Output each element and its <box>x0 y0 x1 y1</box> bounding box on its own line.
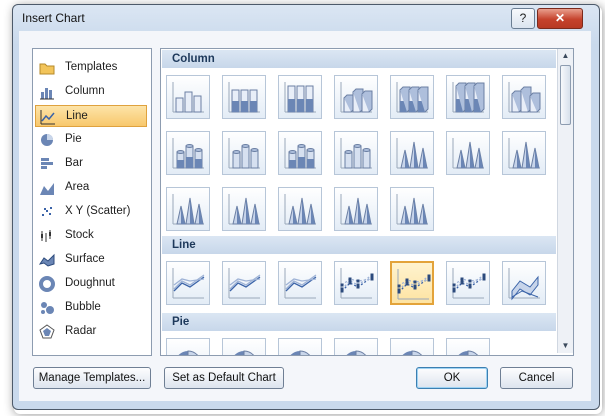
chart-subtype-tile[interactable] <box>222 338 266 355</box>
chart-subtype-tile[interactable] <box>390 261 434 305</box>
stock-chart-icon <box>39 228 55 244</box>
category-pie[interactable]: Pie <box>35 129 147 151</box>
dialog-content: Templates Column Line Pie Bar Area X Y (Scatte… <box>19 31 591 401</box>
chart-subtype-tile[interactable] <box>222 75 266 119</box>
scatter-chart-icon <box>39 204 55 220</box>
manage-templates-button[interactable]: Manage Templates... <box>33 367 151 389</box>
category-label: Area <box>65 181 90 193</box>
chart-subtype-tile[interactable] <box>222 187 266 231</box>
category-label: Stock <box>65 229 94 241</box>
chart-subtype-tile[interactable] <box>278 131 322 175</box>
chart-subtype-tile[interactable] <box>390 131 434 175</box>
title-bar[interactable]: Insert Chart ? ✕ <box>13 5 599 31</box>
area-chart-icon <box>39 180 55 196</box>
group-header-label: Line <box>172 239 196 251</box>
category-label: Pie <box>65 133 82 145</box>
column-chart-icon <box>39 84 55 100</box>
category-bar[interactable]: Bar <box>35 153 147 175</box>
chart-subtype-tile[interactable] <box>222 261 266 305</box>
chart-subtype-tile[interactable] <box>334 75 378 119</box>
set-default-chart-button[interactable]: Set as Default Chart <box>164 367 284 389</box>
category-label: Line <box>66 110 88 122</box>
category-templates[interactable]: Templates <box>35 57 147 79</box>
chart-subtype-tile[interactable] <box>334 187 378 231</box>
chart-subtype-tile[interactable] <box>278 187 322 231</box>
scroll-down-icon[interactable]: ▼ <box>558 339 573 353</box>
group-header-column: Column <box>162 50 556 68</box>
category-radar[interactable]: Radar <box>35 321 147 343</box>
category-label: Radar <box>65 325 97 337</box>
chart-subtype-tile[interactable] <box>502 261 546 305</box>
chart-subtype-tile[interactable] <box>334 261 378 305</box>
radar-chart-icon <box>39 324 55 340</box>
category-doughnut[interactable]: Doughnut <box>35 273 147 295</box>
group-header-label: Pie <box>172 316 190 328</box>
category-stock[interactable]: Stock <box>35 225 147 247</box>
category-label: Column <box>65 85 105 97</box>
category-surface[interactable]: Surface <box>35 249 147 271</box>
chart-subtype-tile[interactable] <box>278 75 322 119</box>
chart-subtype-tile[interactable] <box>446 75 490 119</box>
bar-chart-icon <box>39 156 55 172</box>
category-x-y-scatter-[interactable]: X Y (Scatter) <box>35 201 147 223</box>
chart-subtype-tile[interactable] <box>334 338 378 355</box>
chart-subtype-tile[interactable] <box>390 75 434 119</box>
category-label: Bar <box>65 157 83 169</box>
group-header-pie: Pie <box>162 313 556 331</box>
category-label: Bubble <box>65 301 101 313</box>
chart-subtype-tile[interactable] <box>502 131 546 175</box>
chart-subtype-tile[interactable] <box>166 75 210 119</box>
pie-chart-icon <box>39 132 55 148</box>
group-header-line: Line <box>162 236 556 254</box>
insert-chart-dialog: Insert Chart ? ✕ Templates Column Line Pie B… <box>12 4 600 410</box>
cancel-button[interactable]: Cancel <box>500 367 573 389</box>
category-line[interactable]: Line <box>35 105 147 127</box>
chart-category-list: Templates Column Line Pie Bar Area X Y (Scatte… <box>32 48 152 356</box>
chart-subtype-tile[interactable] <box>166 187 210 231</box>
scroll-thumb[interactable] <box>560 65 571 125</box>
chart-subtype-tile[interactable] <box>390 187 434 231</box>
ok-button[interactable]: OK <box>416 367 488 389</box>
category-label: Surface <box>65 253 105 265</box>
line-chart-icon <box>40 109 56 125</box>
chart-subtype-tile[interactable] <box>446 261 490 305</box>
surface-chart-icon <box>38 252 55 268</box>
folder-icon <box>39 60 55 76</box>
close-button[interactable]: ✕ <box>537 8 583 29</box>
category-label: Doughnut <box>65 277 115 289</box>
chart-subtype-gallery: ▲ ▼ Column Line Pie <box>160 48 574 356</box>
chart-subtype-tile[interactable] <box>334 131 378 175</box>
chart-subtype-tile[interactable] <box>166 338 210 355</box>
group-header-label: Column <box>172 53 215 65</box>
gallery-scrollbar[interactable]: ▲ ▼ <box>557 49 573 353</box>
chart-subtype-tile[interactable] <box>446 338 490 355</box>
scroll-up-icon[interactable]: ▲ <box>558 49 573 63</box>
category-label: X Y (Scatter) <box>65 205 131 217</box>
help-button[interactable]: ? <box>511 8 535 29</box>
category-column[interactable]: Column <box>35 81 147 103</box>
chart-subtype-tile[interactable] <box>390 338 434 355</box>
doughnut-chart-icon <box>39 276 55 292</box>
category-area[interactable]: Area <box>35 177 147 199</box>
chart-subtype-tile[interactable] <box>278 261 322 305</box>
category-label: Templates <box>65 61 118 73</box>
chart-subtype-tile[interactable] <box>166 131 210 175</box>
category-bubble[interactable]: Bubble <box>35 297 147 319</box>
dialog-title: Insert Chart <box>22 11 85 25</box>
chart-subtype-tile[interactable] <box>502 75 546 119</box>
chart-subtype-tile[interactable] <box>222 131 266 175</box>
chart-subtype-tile[interactable] <box>446 131 490 175</box>
chart-subtype-tile[interactable] <box>166 261 210 305</box>
chart-subtype-tile[interactable] <box>278 338 322 355</box>
bubble-chart-icon <box>39 300 55 316</box>
